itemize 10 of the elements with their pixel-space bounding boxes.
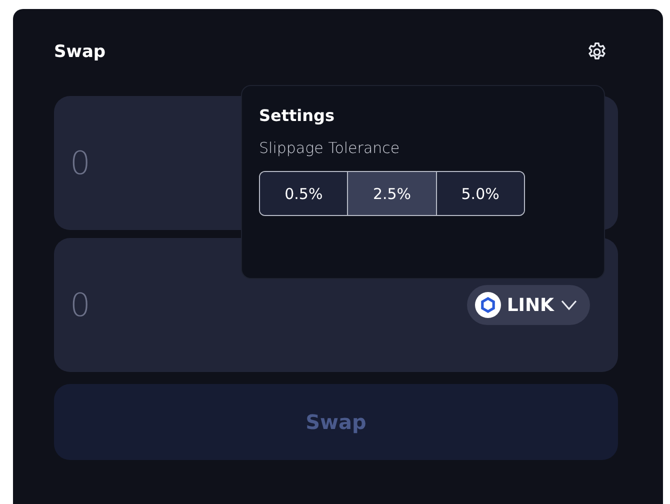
- slippage-option[interactable]: 2.5%: [347, 172, 436, 215]
- chevron-down-icon: [560, 299, 578, 311]
- popover-title: Settings: [259, 106, 336, 125]
- slippage-label: Slippage Tolerance: [259, 139, 401, 157]
- amount-field[interactable]: 0: [68, 285, 272, 325]
- card-title: Swap: [54, 42, 106, 62]
- slippage-option[interactable]: 5.0%: [436, 172, 524, 215]
- token-selector[interactable]: LINK: [466, 285, 590, 325]
- token-icon: [474, 292, 501, 318]
- slippage-option[interactable]: 0.5%: [260, 172, 348, 215]
